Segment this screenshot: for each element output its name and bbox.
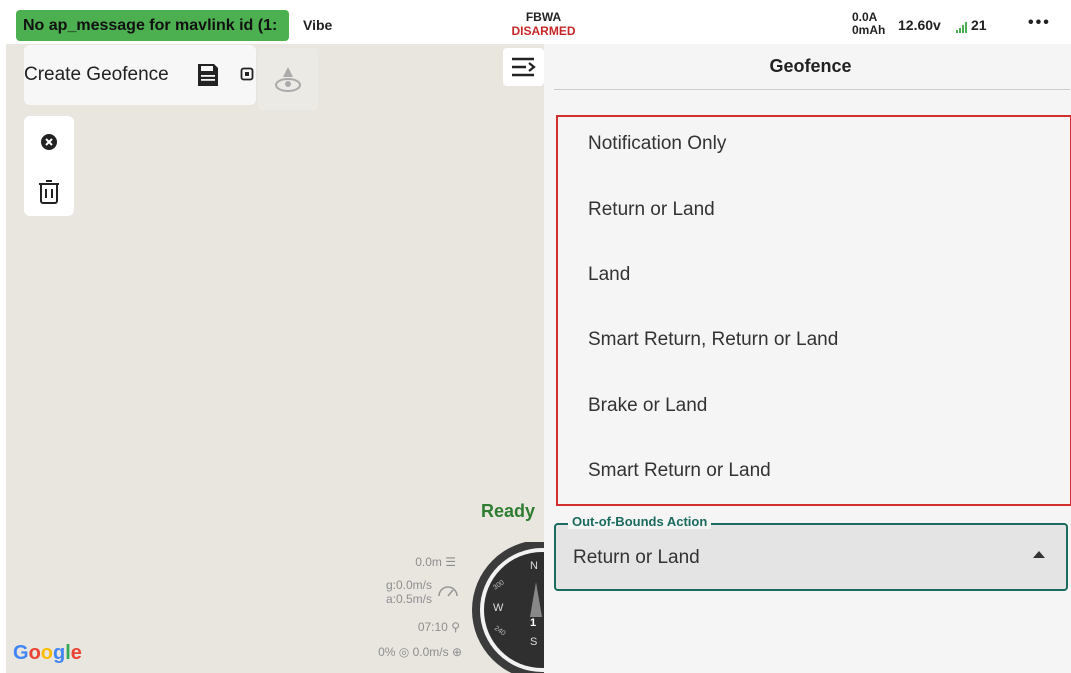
more-menu-button[interactable]: ••• <box>1028 14 1051 32</box>
close-circle-icon[interactable] <box>40 133 58 156</box>
arm-state: DISARMED <box>511 24 576 38</box>
dropdown-menu: Notification Only Return or Land Land Sm… <box>556 115 1071 506</box>
dropdown-option[interactable]: Brake or Land <box>588 395 707 417</box>
speed-readout: g:0.0m/s a:0.5m/s <box>370 578 432 606</box>
trash-icon[interactable] <box>37 178 61 209</box>
throttle-icon: ◎ <box>398 645 410 659</box>
create-geofence-card: Create Geofence <box>24 45 256 105</box>
dropdown-option[interactable]: Land <box>588 264 630 286</box>
throttle-climb-readout: 0% ◎ 0.0m/s ⊕ <box>338 645 462 659</box>
compass-w: W <box>493 602 504 614</box>
vehicle-location-icon <box>273 64 303 99</box>
menu-collapse-icon <box>511 57 537 82</box>
compass-n: N <box>530 560 538 572</box>
compass-s: S <box>530 636 537 648</box>
flight-mode-display[interactable]: FBWA DISARMED <box>496 10 591 38</box>
ground-speed: g:0.0m/s <box>385 578 432 592</box>
dropdown-option[interactable]: Notification Only <box>588 133 726 155</box>
small-square-icon[interactable] <box>240 67 254 86</box>
climb-rate: 0.0m/s <box>412 645 449 659</box>
vehicle-name: Vibe <box>303 17 333 33</box>
ready-status: Ready <box>481 501 536 521</box>
climb-rate-icon: ⊕ <box>451 645 462 659</box>
dropdown-option[interactable]: Smart Return, Return or Land <box>588 329 838 351</box>
gps-satellites: 21 <box>956 17 1000 33</box>
altitude-icon: ☰ <box>445 555 456 569</box>
signal-icon <box>956 17 968 33</box>
dropdown-option[interactable]: Smart Return or Land <box>588 460 771 482</box>
flight-mode: FBWA <box>525 10 562 24</box>
altitude-readout: 0.0m ☰ <box>400 555 456 569</box>
dropdown-caret-icon[interactable] <box>1033 551 1045 558</box>
out-of-bounds-action-value: Return or Land <box>573 547 700 568</box>
speedometer-icon <box>437 582 459 603</box>
flight-time-icon: ⚲ <box>451 620 460 634</box>
battery-stats: 0.0A 0mAh <box>852 11 885 37</box>
altitude-value: 0.0m <box>415 555 442 569</box>
panel-divider <box>554 89 1070 90</box>
panel-title: Geofence <box>769 56 852 76</box>
status-message[interactable]: No ap_message for mavlink id (1: <box>16 10 289 41</box>
throttle-value: 0% <box>378 645 396 659</box>
battery-voltage: 12.60v <box>898 17 941 33</box>
vehicle-location-button[interactable] <box>258 48 318 110</box>
flight-time-readout: 07:10 ⚲ <box>394 620 460 634</box>
battery-capacity: 0mAh <box>852 23 886 37</box>
satellite-count: 21 <box>971 17 987 33</box>
create-geofence-label: Create Geofence <box>24 64 169 85</box>
compass-widget: N 300 W 240 S 1 <box>472 542 546 673</box>
flight-time: 07:10 <box>417 620 448 634</box>
google-logo: Google <box>13 642 82 664</box>
save-icon[interactable] <box>196 62 220 93</box>
menu-collapse-button[interactable] <box>503 48 544 86</box>
compass-heading: 1 <box>530 617 536 629</box>
out-of-bounds-action-label: Out-of-Bounds Action <box>568 514 712 529</box>
geofence-tool-column <box>24 116 74 216</box>
dropdown-option[interactable]: Return or Land <box>588 199 715 221</box>
air-speed: a:0.5m/s <box>385 592 432 606</box>
